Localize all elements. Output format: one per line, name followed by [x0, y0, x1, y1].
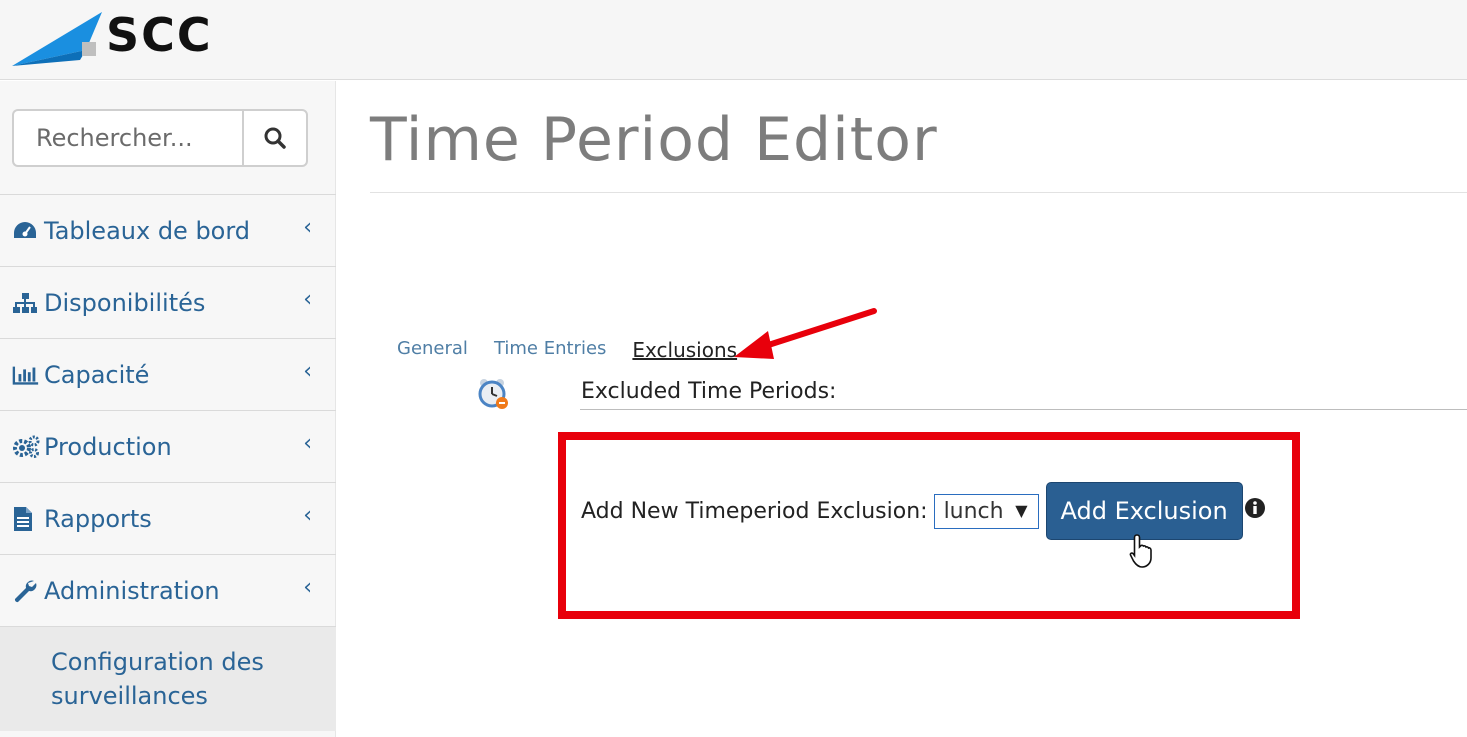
sidebar-item-production[interactable]: Production ‹: [0, 411, 336, 483]
tab-exclusions[interactable]: Exclusions: [632, 338, 737, 362]
tab-bar: General Time Entries Exclusions: [397, 338, 737, 362]
sidebar-item-label: Tableaux de bord: [44, 216, 251, 245]
chevron-left-icon: ‹: [303, 575, 312, 600]
file-icon: [12, 505, 40, 533]
timeperiod-select-value: lunch: [943, 498, 1004, 524]
chevron-left-icon: ‹: [303, 215, 312, 240]
caret-down-icon: ▼: [1015, 500, 1028, 520]
divider: [580, 409, 1467, 410]
add-exclusion-row: Add New Timeperiod Exclusion: lunch ▼ Ad…: [581, 482, 1243, 540]
sidebar-item-administration[interactable]: Administration ‹: [0, 555, 336, 627]
tab-general[interactable]: General: [397, 338, 468, 362]
bar-chart-icon: [12, 361, 40, 389]
sidebar-subitem-label: Configuration des surveillances: [51, 648, 264, 710]
search-button[interactable]: [242, 109, 308, 167]
sidebar-item-label: Disponibilités: [44, 288, 206, 317]
main-content: Time Period Editor General Time Entries …: [336, 81, 1467, 737]
divider: [370, 192, 1467, 193]
sidebar-item-label: Capacité: [44, 360, 150, 389]
annotation-arrow-icon: [734, 308, 877, 359]
sitemap-icon: [12, 289, 40, 317]
sidebar-item-label: Rapports: [44, 504, 152, 533]
tab-time-entries[interactable]: Time Entries: [494, 338, 606, 362]
sidebar-item-label: Production: [44, 432, 172, 461]
wrench-icon: [12, 577, 40, 605]
alarm-clock-icon: [478, 379, 508, 409]
page-title: Time Period Editor: [370, 105, 938, 175]
sidebar-item-disponibilites[interactable]: Disponibilités ‹: [0, 267, 336, 339]
chevron-left-icon: ‹: [303, 287, 312, 312]
info-icon[interactable]: [1244, 497, 1266, 519]
brand-name: SCC: [106, 8, 213, 62]
sidebar: Tableaux de bord ‹ Disponibilités ‹ Capa…: [0, 81, 336, 737]
hand-cursor-icon: [1129, 534, 1152, 568]
chevron-left-icon: ‹: [303, 431, 312, 456]
add-exclusion-label: Add New Timeperiod Exclusion:: [581, 498, 928, 524]
sidebar-item-label: Administration: [44, 576, 220, 605]
timeperiod-select[interactable]: lunch ▼: [933, 493, 1039, 529]
sidebar-item-capacite[interactable]: Capacité ‹: [0, 339, 336, 411]
search-input[interactable]: [12, 109, 242, 167]
sidebar-item-rapports[interactable]: Rapports ‹: [0, 483, 336, 555]
chevron-left-icon: ‹: [303, 503, 312, 528]
sidebar-subitem-configuration[interactable]: Configuration des surveillances: [0, 627, 336, 731]
gears-icon: [12, 433, 40, 461]
sidebar-item-tableaux-de-bord[interactable]: Tableaux de bord ‹: [0, 195, 336, 267]
section-title: Excluded Time Periods:: [581, 379, 837, 404]
top-bar: SCC: [0, 0, 1467, 80]
sidebar-nav: Tableaux de bord ‹ Disponibilités ‹ Capa…: [0, 194, 336, 731]
add-exclusion-button[interactable]: Add Exclusion: [1045, 482, 1243, 540]
chevron-left-icon: ‹: [303, 359, 312, 384]
dashboard-icon: [12, 217, 40, 245]
search-icon: [264, 127, 286, 149]
search-box: [12, 109, 308, 167]
